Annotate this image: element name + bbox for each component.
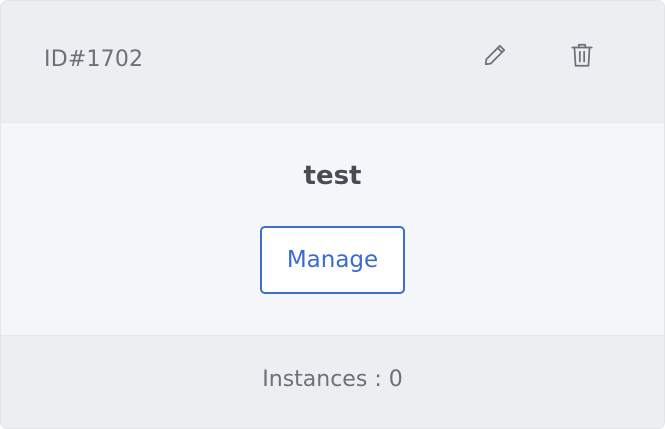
card-body: test Manage bbox=[1, 123, 664, 336]
card-footer: Instances : 0 bbox=[1, 336, 664, 428]
instances-separator: : bbox=[374, 367, 382, 392]
card-title: test bbox=[303, 161, 362, 191]
trash-icon bbox=[569, 41, 595, 69]
edit-button[interactable] bbox=[479, 39, 511, 71]
card-id: ID#1702 bbox=[44, 47, 144, 72]
instances-count: Instances : 0 bbox=[1, 367, 664, 392]
card-header: ID#1702 bbox=[1, 1, 664, 123]
item-card: ID#1702 test Manage Instances: 0 bbox=[0, 0, 665, 429]
instances-value: 0 bbox=[388, 367, 403, 392]
delete-button[interactable] bbox=[566, 39, 598, 71]
manage-button[interactable]: Manage bbox=[260, 226, 405, 294]
pencil-icon bbox=[482, 42, 508, 68]
instances-label: Instances bbox=[262, 367, 368, 392]
